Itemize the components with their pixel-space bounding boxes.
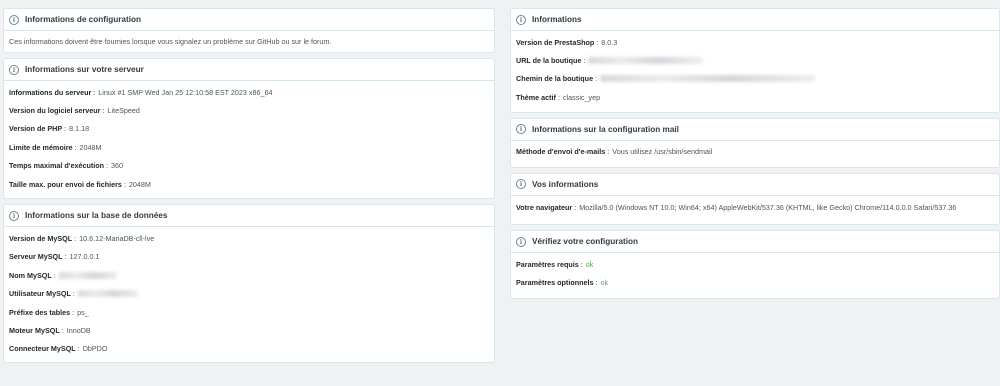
info-circle-icon: i xyxy=(9,210,19,221)
row-label: Paramètres requis xyxy=(516,260,579,270)
row-label: Version du logiciel serveur xyxy=(9,106,101,116)
row-label: Taille max. pour envoi de fichiers xyxy=(9,179,122,189)
info-row: Utilisateur MySQL: xyxy=(9,285,489,303)
card-title: Informations sur la base de données xyxy=(25,211,168,221)
row-value: Linux #1 SMP Wed Jan 25 12:10:58 EST 202… xyxy=(98,87,273,97)
row-label: Temps maximal d'exécution xyxy=(9,161,105,171)
row-label: Préfixe des tables xyxy=(9,307,71,317)
row-value: 8.1.18 xyxy=(69,124,90,134)
info-circle-icon: i xyxy=(516,236,526,247)
info-row: Préfixe des tables: ps_ xyxy=(9,307,89,317)
row-value: DbPDO xyxy=(82,344,108,354)
info-circle-icon: i xyxy=(9,14,19,25)
redacted-value xyxy=(600,75,816,83)
card-title: Vérifiez votre configuration xyxy=(532,237,638,247)
row-label: Chemin de la boutique xyxy=(516,74,594,84)
info-circle-icon: i xyxy=(516,14,526,25)
row-value: LiteSpeed xyxy=(107,106,140,116)
right-column: i Informations Version de PrestaShop:8.0… xyxy=(510,8,1000,304)
info-row: Temps maximal d'exécution:360 xyxy=(9,161,124,171)
card-header: i Vos informations xyxy=(511,174,999,196)
info-row: Nom MySQL: xyxy=(9,266,489,284)
row-label: Informations du serveur xyxy=(9,87,92,97)
row-value: 2048M xyxy=(79,142,102,152)
row-value: 8.0.3 xyxy=(601,37,618,47)
info-row: Taille max. pour envoi de fichiers:2048M xyxy=(9,179,151,189)
row-value: InnoDB xyxy=(66,325,91,335)
row-label: Utilisateur MySQL xyxy=(9,289,71,299)
row-value: Vous utilisez /usr/sbin/sendmail xyxy=(612,147,713,157)
card-title: Informations sur votre serveur xyxy=(25,65,144,74)
info-row: Version de PHP:8.1.18 xyxy=(9,124,90,134)
redacted-value xyxy=(588,57,704,65)
info-row: URL de la boutique: xyxy=(516,51,994,69)
row-label: URL de la boutique xyxy=(516,56,582,66)
row-label: Méthode d'envoi d'e-mails xyxy=(516,147,606,157)
info-row: Méthode d'envoi d'e-mails: Vous utilisez … xyxy=(516,147,713,157)
info-row: Chemin de la boutique: xyxy=(516,70,994,88)
info-row: Paramètres requis: ok xyxy=(516,260,594,270)
info-row: Votre navigateur: Mozilla/5.0 (Windows NT… xyxy=(516,202,957,212)
mail-config-card: i Informations sur la configuration mail… xyxy=(510,117,1000,168)
card-title: Vos informations xyxy=(532,179,599,189)
your-info-card: i Vos informations Votre navigateur: Mozi… xyxy=(510,172,1000,226)
row-label: Votre navigateur xyxy=(516,202,573,212)
row-value: 360 xyxy=(111,161,124,171)
info-row: Connecteur MySQL: DbPDO xyxy=(9,344,108,354)
prestashop-info-card: i Informations Version de PrestaShop:8.0… xyxy=(510,8,1000,113)
left-column: i Informations de configuration Ces info… xyxy=(3,8,495,368)
row-label: Thème actif xyxy=(516,92,556,102)
card-title: Informations xyxy=(532,15,582,24)
row-value: 127.0.0.1 xyxy=(69,252,100,262)
config-card: i Informations de configuration Ces info… xyxy=(3,8,495,53)
config-description: Ces informations doivent être fournies l… xyxy=(9,37,332,46)
database-card: i Informations sur la base de données Ve… xyxy=(3,204,495,364)
info-circle-icon: i xyxy=(516,124,526,135)
row-value: classic_yep xyxy=(562,92,601,102)
row-value: Mozilla/5.0 (Windows NT 10.0; Win64; x64… xyxy=(579,202,957,212)
info-row: Thème actif: classic_yep xyxy=(516,92,601,102)
info-row: Version de MySQL:10.6.12-MariaDB-cll-lve xyxy=(9,234,155,244)
info-row: Version de PrestaShop:8.0.3 xyxy=(516,37,618,47)
info-row: Version du logiciel serveur: LiteSpeed xyxy=(9,106,140,116)
row-label: Version de PHP xyxy=(9,124,63,134)
check-config-card: i Vérifiez votre configuration Paramètre… xyxy=(510,230,1000,300)
info-row: Paramètres optionnels: ok xyxy=(516,278,609,288)
card-header: i Informations de configuration xyxy=(4,9,494,31)
row-label: Paramètres optionnels xyxy=(516,278,594,288)
card-header: i Informations xyxy=(511,9,999,31)
info-circle-icon: i xyxy=(9,64,19,75)
info-circle-icon: i xyxy=(516,179,526,190)
server-card: i Informations sur votre serveur Informa… xyxy=(3,58,495,200)
status-ok: ok xyxy=(585,260,594,270)
row-value: 10.6.12-MariaDB-cll-lve xyxy=(79,234,155,244)
info-row: Informations du serveur: Linux #1 SMP Wed… xyxy=(9,87,273,97)
row-label: Connecteur MySQL xyxy=(9,344,76,354)
info-row: Limite de mémoire:2048M xyxy=(9,142,102,152)
row-value: ps_ xyxy=(77,307,89,317)
row-label: Version de PrestaShop xyxy=(516,37,595,47)
card-title: Informations sur la configuration mail xyxy=(532,124,679,134)
row-label: Nom MySQL xyxy=(9,270,52,280)
info-row: Moteur MySQL: InnoDB xyxy=(9,325,91,335)
row-value: 2048M xyxy=(128,179,151,189)
row-label: Moteur MySQL xyxy=(9,325,60,335)
row-label: Serveur MySQL xyxy=(9,252,63,262)
card-header: i Informations sur votre serveur xyxy=(4,59,494,81)
card-header: i Informations sur la configuration mail xyxy=(511,119,999,141)
redacted-value xyxy=(77,290,138,298)
row-label: Limite de mémoire xyxy=(9,142,73,152)
redacted-value xyxy=(58,271,117,279)
card-title: Informations de configuration xyxy=(25,15,141,24)
row-label: Version de MySQL xyxy=(9,234,73,244)
card-header: i Informations sur la base de données xyxy=(4,205,494,228)
info-row: Serveur MySQL:127.0.0.1 xyxy=(9,252,100,262)
card-header: i Vérifiez votre configuration xyxy=(511,231,999,254)
status-ok: ok xyxy=(600,278,609,288)
